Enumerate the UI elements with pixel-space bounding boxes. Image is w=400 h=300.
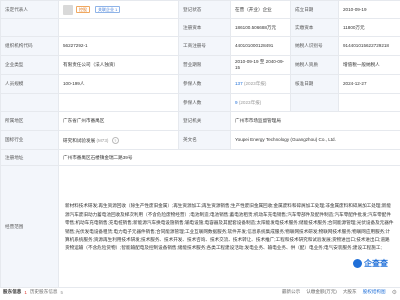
insured-sub-label: 参保人数 bbox=[178, 93, 231, 112]
scope-cell: 新材料技术研发;再生资源回收（除生产性废旧金属）;再生资源加工;再生资源销售;生… bbox=[58, 165, 400, 288]
region-value[interactable]: 广东省广州市番禺区 bbox=[58, 111, 179, 131]
blank-cell bbox=[0, 18, 59, 37]
blank-cell bbox=[58, 18, 179, 37]
taxpayer-id-label: 纳税人识别号 bbox=[290, 36, 339, 56]
industry-cell: 研究和试验发展 (M73) ? bbox=[58, 130, 179, 150]
company-type-value: 有限责任公司（法人独资） bbox=[58, 55, 179, 75]
gear-icon[interactable]: ⚙ bbox=[392, 289, 397, 296]
english-name-value: Youpei Energy Technology (Guangzhou) Co.… bbox=[230, 130, 400, 150]
legal-rep-badge-related[interactable]: 关联企业 1 bbox=[95, 6, 121, 13]
insured-label: 参保人数 bbox=[178, 74, 231, 94]
insured-note: (2023年报) bbox=[243, 81, 267, 86]
blank-cell bbox=[58, 93, 179, 112]
latest-link[interactable]: 最新公示 bbox=[282, 289, 300, 295]
authority-label: 登记机关 bbox=[178, 111, 231, 131]
company-info-table: 法定代表人 控股 关联企业 1 登记状态 在营（开业）企业 成立日期 2010-… bbox=[0, 0, 400, 288]
taxpayer-id-value[interactable]: 914401015622729218 bbox=[338, 36, 400, 56]
found-date-label: 成立日期 bbox=[290, 0, 339, 19]
region-label: 所属地区 bbox=[0, 111, 59, 131]
insured-sub-cell: 9 (2023年报) bbox=[230, 93, 291, 112]
legal-rep-label: 法定代表人 bbox=[0, 0, 59, 19]
legal-rep-cell: 控股 关联企业 1 bbox=[58, 0, 179, 19]
industry-label: 国标行业 bbox=[0, 130, 59, 150]
taxpayer-qual-label: 纳税人资质 bbox=[290, 55, 339, 75]
shareholder-bar: 股东信息 1 历史股东信息 5 最新公示 认缴金额(万元) 大股东 股权结构图 … bbox=[0, 284, 400, 300]
scope-label: 经营范围 bbox=[0, 165, 59, 288]
business-scope-text: 新材料技术研发;再生资源回收（除生产性废旧金属）;再生资源加工;再生资源销售;生… bbox=[65, 203, 394, 251]
reg-no-value[interactable]: 440101000128491 bbox=[230, 36, 291, 56]
industry-value[interactable]: 研究和试验发展 bbox=[63, 138, 95, 143]
major-holder-link[interactable]: 大股东 bbox=[343, 289, 357, 295]
org-code-label: 组织机构代码 bbox=[0, 36, 59, 56]
brand-logo: 企查查 bbox=[353, 258, 388, 269]
english-name-label: 英文名 bbox=[178, 130, 231, 150]
subscribed-link[interactable]: 认缴金额(万元) bbox=[306, 289, 337, 295]
blank-cell bbox=[338, 93, 400, 112]
insured-cell: 137 (2023年报) bbox=[230, 74, 291, 94]
reg-capital-label: 注册资本 bbox=[178, 18, 231, 37]
paid-capital-label: 实缴资本 bbox=[290, 18, 339, 37]
approval-date-label: 核准日期 bbox=[290, 74, 339, 94]
reg-no-label: 工商注册号 bbox=[178, 36, 231, 56]
history-shareholder-tab[interactable]: 历史股东信息 bbox=[30, 289, 58, 295]
brand-mark-icon bbox=[353, 259, 362, 268]
found-date-value: 2010-09-19 bbox=[338, 0, 400, 19]
insured-sub-note: (2023年报) bbox=[238, 99, 262, 105]
address-label: 注册地址 bbox=[0, 149, 59, 166]
address-value[interactable]: 广州市番禺区石楼镇金瑞二路39号 bbox=[58, 149, 400, 166]
shareholder-count: 1 bbox=[24, 289, 27, 295]
brand-text: 企查查 bbox=[364, 259, 388, 268]
status-label: 登记状态 bbox=[178, 0, 231, 19]
status-value: 在营（开业）企业 bbox=[230, 0, 291, 19]
term-label: 营业期限 bbox=[178, 55, 231, 75]
blank-cell bbox=[290, 93, 339, 112]
approval-date-value: 2024-12-27 bbox=[338, 74, 400, 94]
org-code-value[interactable]: 56227292-1 bbox=[58, 36, 179, 56]
equity-chart-link[interactable]: 股权结构图 bbox=[363, 289, 386, 295]
authority-value: 广州市市场监督管理局 bbox=[230, 111, 400, 131]
reg-capital-value: 186100.506688万元 bbox=[230, 18, 291, 37]
staff-size-value: 100-199人 bbox=[58, 74, 179, 94]
insured-count[interactable]: 137 bbox=[235, 81, 243, 86]
shareholder-tab[interactable]: 股东信息 bbox=[3, 289, 21, 295]
term-value: 2010-09-19 至 2040-09-15 bbox=[230, 55, 291, 75]
insured-sub-count[interactable]: 9 bbox=[235, 100, 238, 105]
help-icon[interactable]: ? bbox=[111, 136, 119, 144]
legal-rep-avatar bbox=[63, 4, 73, 15]
history-shareholder-count: 5 bbox=[60, 289, 64, 295]
staff-size-label: 人员规模 bbox=[0, 74, 59, 94]
paid-capital-value: 11800万元 bbox=[338, 18, 400, 37]
blank-cell bbox=[0, 93, 59, 112]
industry-code: (M73) bbox=[96, 137, 109, 143]
legal-rep-badge-holding[interactable]: 控股 bbox=[76, 6, 90, 13]
taxpayer-qual-value: 增值税一般纳税人 bbox=[338, 55, 400, 75]
company-type-label: 企业类型 bbox=[0, 55, 59, 75]
